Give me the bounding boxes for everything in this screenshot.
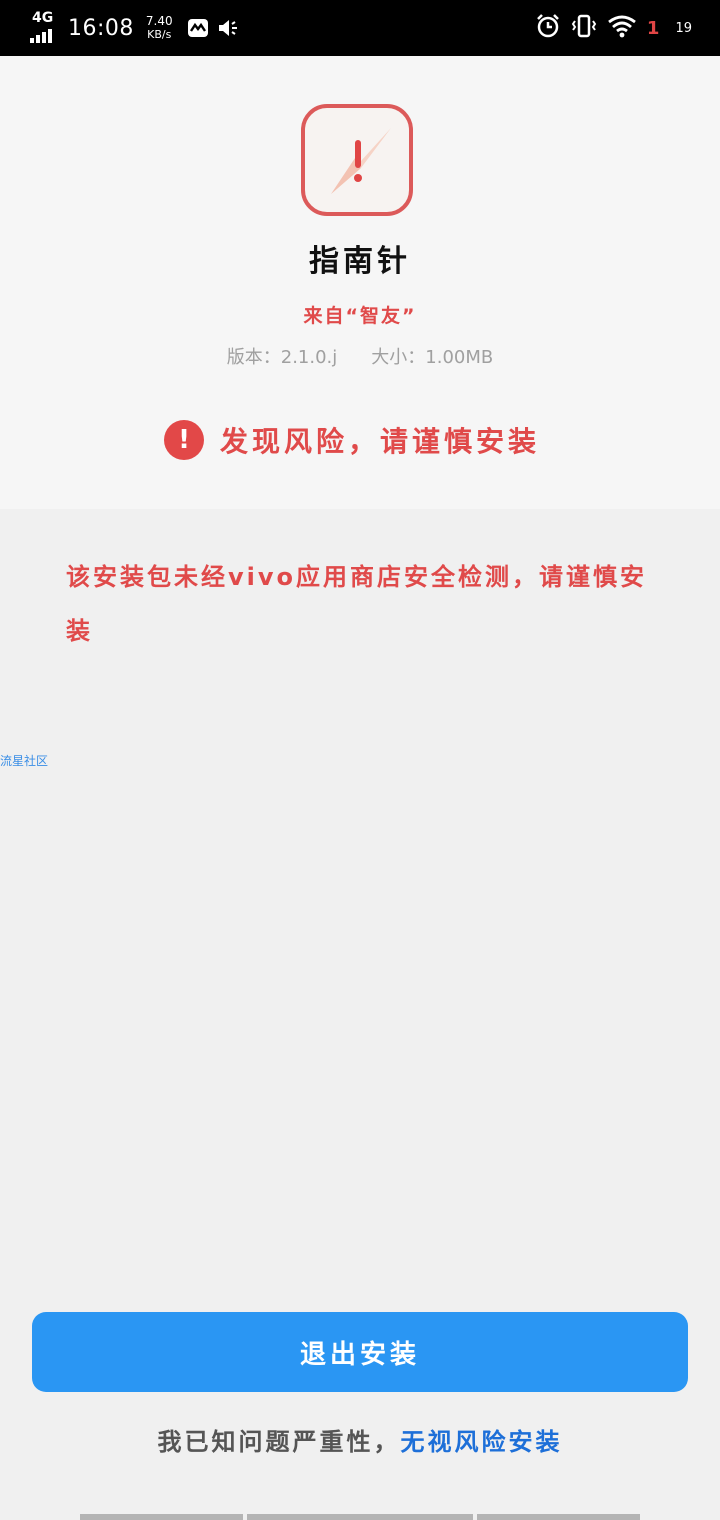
app-name: 指南针 [309,244,411,279]
exit-install-button[interactable]: 退出安装 [32,1312,688,1392]
alert-badge: 1 [646,17,660,39]
watermark: 流星社区 [0,754,49,768]
risk-warning: ! 发现风险，请谨慎安装 [164,420,540,460]
app-source: 来自“智友” [303,305,417,327]
nav-gesture-bar-right[interactable] [477,1514,640,1520]
app-size: 大小：1.00MB [371,347,494,368]
security-notice: 该安装包未经vivo应用商店安全检测，请谨慎安装 [66,563,648,645]
app-version: 版本：2.1.0.j [226,347,338,368]
alarm-icon [535,13,561,43]
network-type: 4G [32,10,54,26]
status-bar: 4G 16:08 7.40 KB/s 1 19 [0,0,720,56]
ignore-risk-install-link[interactable]: 无视风险安装 [401,1428,563,1456]
clock: 16:08 [68,15,134,41]
ignore-risk-prefix: 我已知问题严重性， [157,1428,401,1456]
nav-gesture-bar-left[interactable] [80,1514,243,1520]
speed-unit: KB/s [147,28,172,41]
ignore-risk-row: 我已知问题严重性，无视风险安装 [0,1422,720,1457]
nav-gesture-bar-center[interactable] [247,1514,473,1520]
mail-icon [187,18,209,38]
signal-icon: 4G [30,10,58,43]
battery-level: 19 [675,20,692,36]
volume-icon [217,17,239,39]
compass-warning-icon [301,104,413,216]
network-speed: 7.40 KB/s [145,14,173,42]
exclamation-icon: ! [164,420,204,460]
wifi-icon [607,14,637,42]
app-info-header: 指南针 来自“智友” 版本：2.1.0.j 大小：1.00MB ! 发现风险，请谨… [0,56,720,509]
app-meta: 版本：2.1.0.j 大小：1.00MB [0,343,720,369]
vibrate-icon [571,13,597,43]
speed-value: 7.40 [145,14,173,28]
risk-warning-text: 发现风险，请谨慎安装 [220,425,541,458]
